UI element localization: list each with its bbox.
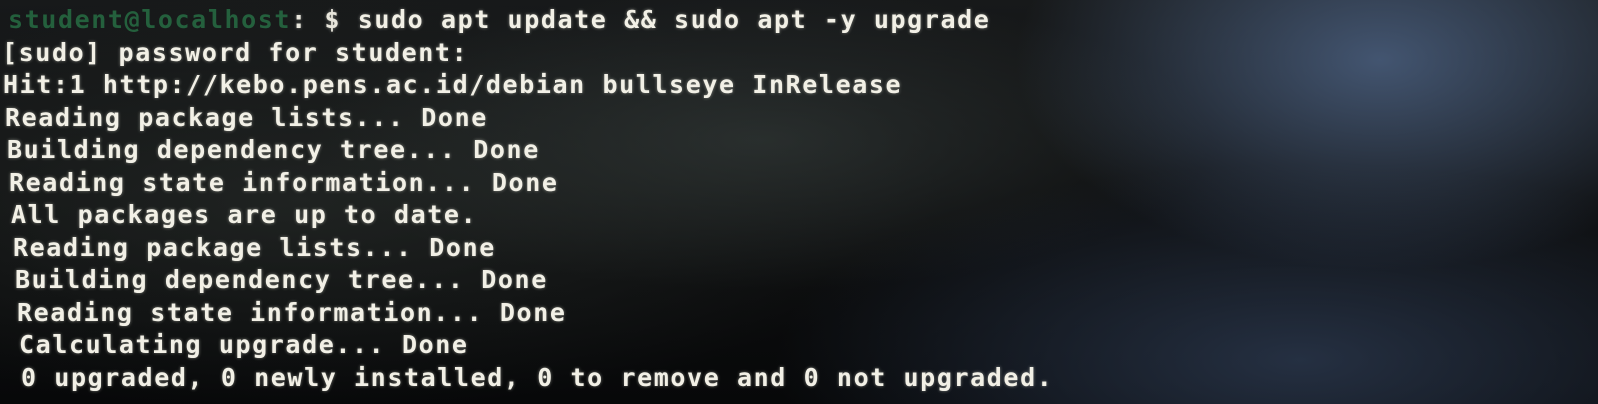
terminal-line: Reading state information... Done bbox=[17, 297, 567, 327]
prompt-separator: : $ bbox=[291, 5, 358, 34]
terminal-line: [sudo] password for student: bbox=[2, 37, 469, 67]
terminal-line: 0 upgraded, 0 newly installed, 0 to remo… bbox=[21, 362, 1054, 392]
terminal-line: Hit:1 http://kebo.pens.ac.id/debian bull… bbox=[3, 70, 903, 99]
terminal-line: Reading package lists... Done bbox=[5, 102, 488, 132]
terminal-line: Reading package lists... Done bbox=[13, 232, 496, 262]
terminal-window[interactable]: student@localhost: $ sudo apt update && … bbox=[0, 0, 1598, 404]
terminal-line: Building dependency tree... Done bbox=[15, 265, 548, 294]
terminal-output: student@localhost: $ sudo apt update && … bbox=[0, 4, 1053, 394]
prompt-user-host: student@localhost bbox=[8, 5, 292, 34]
terminal-line: Reading state information... Done bbox=[9, 167, 559, 197]
terminal-line: Building dependency tree... Done bbox=[7, 135, 540, 164]
prompt-command: sudo apt update && sudo apt -y upgrade bbox=[357, 5, 991, 34]
terminal-line: All packages are up to date. bbox=[11, 200, 478, 229]
terminal-prompt-line: student@localhost: $ sudo apt update && … bbox=[0, 4, 1053, 37]
terminal-line: Calculating upgrade... Done bbox=[19, 330, 469, 359]
